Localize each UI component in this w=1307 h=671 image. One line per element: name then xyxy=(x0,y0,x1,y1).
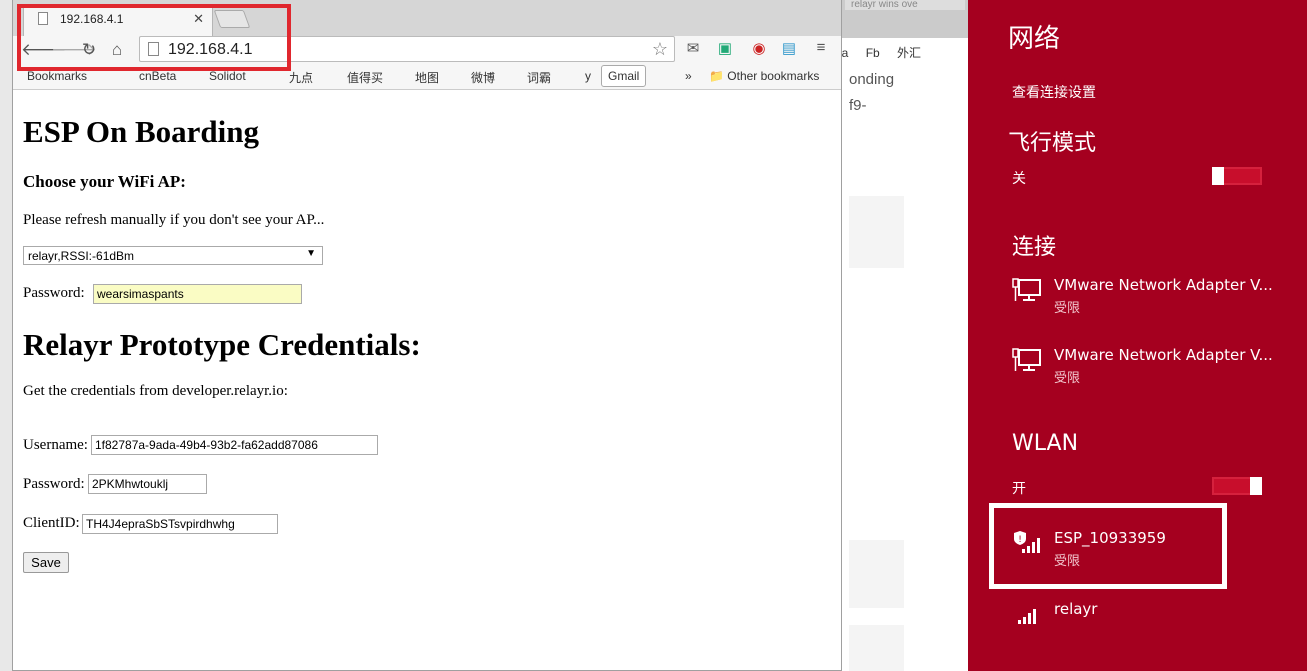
network-panel: 网络 查看连接设置 飞行模式 关 连接 VMware Network Adapt… xyxy=(968,0,1307,671)
menu-icon[interactable]: ≡ xyxy=(811,39,831,59)
background-tab[interactable]: relayr wins ove xyxy=(845,0,965,10)
bg-bookmark[interactable]: Fb xyxy=(866,46,880,60)
bookmark-item[interactable]: Bookmarks xyxy=(27,69,87,83)
credentials-heading: Relayr Prototype Credentials: xyxy=(23,327,421,362)
background-block xyxy=(849,540,904,608)
bookmark-item[interactable]: 九点 xyxy=(289,69,313,86)
clientid-label: ClientID: xyxy=(23,515,80,531)
background-browser-window: relayr wins ove ia Fb 外汇 onding f9- xyxy=(838,0,968,671)
extension-icon[interactable]: ▣ xyxy=(715,39,735,59)
bookmark-item[interactable]: 值得买 xyxy=(347,69,383,86)
background-block xyxy=(849,196,904,268)
network-status: 受限 xyxy=(1054,301,1081,316)
gmail-bookmark[interactable]: Gmail xyxy=(601,65,647,87)
bookmark-item[interactable]: 地图 xyxy=(415,69,439,86)
credentials-password-input[interactable]: 2PKMhwtouklj xyxy=(88,474,207,494)
username-input[interactable]: 1f82787a-9ada-49b4-93b2-fa62add87086 xyxy=(91,435,378,455)
mail-icon[interactable]: ✉ xyxy=(683,39,703,59)
wlan-state: 开 xyxy=(1012,481,1026,497)
page-title: ESP On Boarding xyxy=(23,114,260,149)
ap-select[interactable]: relayr,RSSI:-61dBm ▼ xyxy=(23,246,323,265)
save-button[interactable]: Save xyxy=(23,552,69,573)
wired-network-icon xyxy=(1012,278,1041,301)
wired-network-icon xyxy=(1012,348,1041,371)
page-content: ESP On Boarding Choose your WiFi AP: Ple… xyxy=(13,90,841,670)
wifi-password-input[interactable]: wearsimaspants xyxy=(93,284,302,304)
view-settings-link[interactable]: 查看连接设置 xyxy=(1012,82,1096,102)
network-name: VMware Network Adapter V... xyxy=(1054,346,1273,364)
password-label: Password: xyxy=(23,285,85,301)
translate-icon[interactable]: ▤ xyxy=(779,39,799,59)
toggle-knob xyxy=(1250,477,1262,495)
background-block xyxy=(849,625,904,671)
connections-heading: 连接 xyxy=(1012,235,1057,260)
wifi-signal-icon xyxy=(1018,609,1036,624)
wlan-heading: WLAN xyxy=(1012,431,1079,456)
choose-heading: Choose your WiFi AP: xyxy=(23,172,186,191)
wlan-toggle[interactable] xyxy=(1212,477,1262,495)
new-badge-icon[interactable]: ◉ xyxy=(749,39,769,59)
username-label: Username: xyxy=(23,437,88,453)
selection-highlight xyxy=(989,503,1227,589)
wifi-name: relayr xyxy=(1054,600,1098,618)
background-text: onding f9- xyxy=(849,71,895,114)
bookmark-star-icon[interactable]: ☆ xyxy=(652,39,668,60)
airplane-toggle[interactable] xyxy=(1212,167,1262,185)
bookmark-item[interactable]: cnBeta xyxy=(139,69,176,83)
refresh-note: Please refresh manually if you don't see… xyxy=(23,212,325,228)
bookmark-item[interactable]: Solidot xyxy=(209,69,246,83)
network-status: 受限 xyxy=(1054,371,1081,386)
toggle-knob xyxy=(1212,167,1224,185)
more-bookmarks-chevron[interactable]: » xyxy=(685,69,692,83)
bookmark-item[interactable]: 词霸 xyxy=(527,69,551,86)
airplane-heading: 飞行模式 xyxy=(1008,131,1097,156)
other-bookmarks[interactable]: 📁 Other bookmarks xyxy=(709,69,819,83)
clientid-input[interactable]: TH4J4epraSbSTsvpirdhwhg xyxy=(82,514,278,534)
browser-window: 192.168.4.1 ✕ 🡐 🡒 ↻ ⌂ 192.168.4.1 ☆ ✉ ▣ … xyxy=(12,0,842,671)
airplane-state: 关 xyxy=(1012,171,1026,187)
highlight-box xyxy=(17,4,291,71)
panel-title: 网络 xyxy=(1008,24,1061,54)
password2-label: Password: xyxy=(23,476,85,492)
bookmark-item[interactable]: y xyxy=(585,69,591,83)
credentials-note: Get the credentials from developer.relay… xyxy=(23,383,288,399)
network-name: VMware Network Adapter V... xyxy=(1054,276,1273,294)
background-bookmarks-bar: ia Fb 外汇 xyxy=(839,44,969,68)
bookmark-item[interactable]: 微博 xyxy=(471,69,495,86)
bg-bookmark[interactable]: 外汇 xyxy=(897,46,921,60)
dropdown-arrow-icon: ▼ xyxy=(306,248,316,259)
